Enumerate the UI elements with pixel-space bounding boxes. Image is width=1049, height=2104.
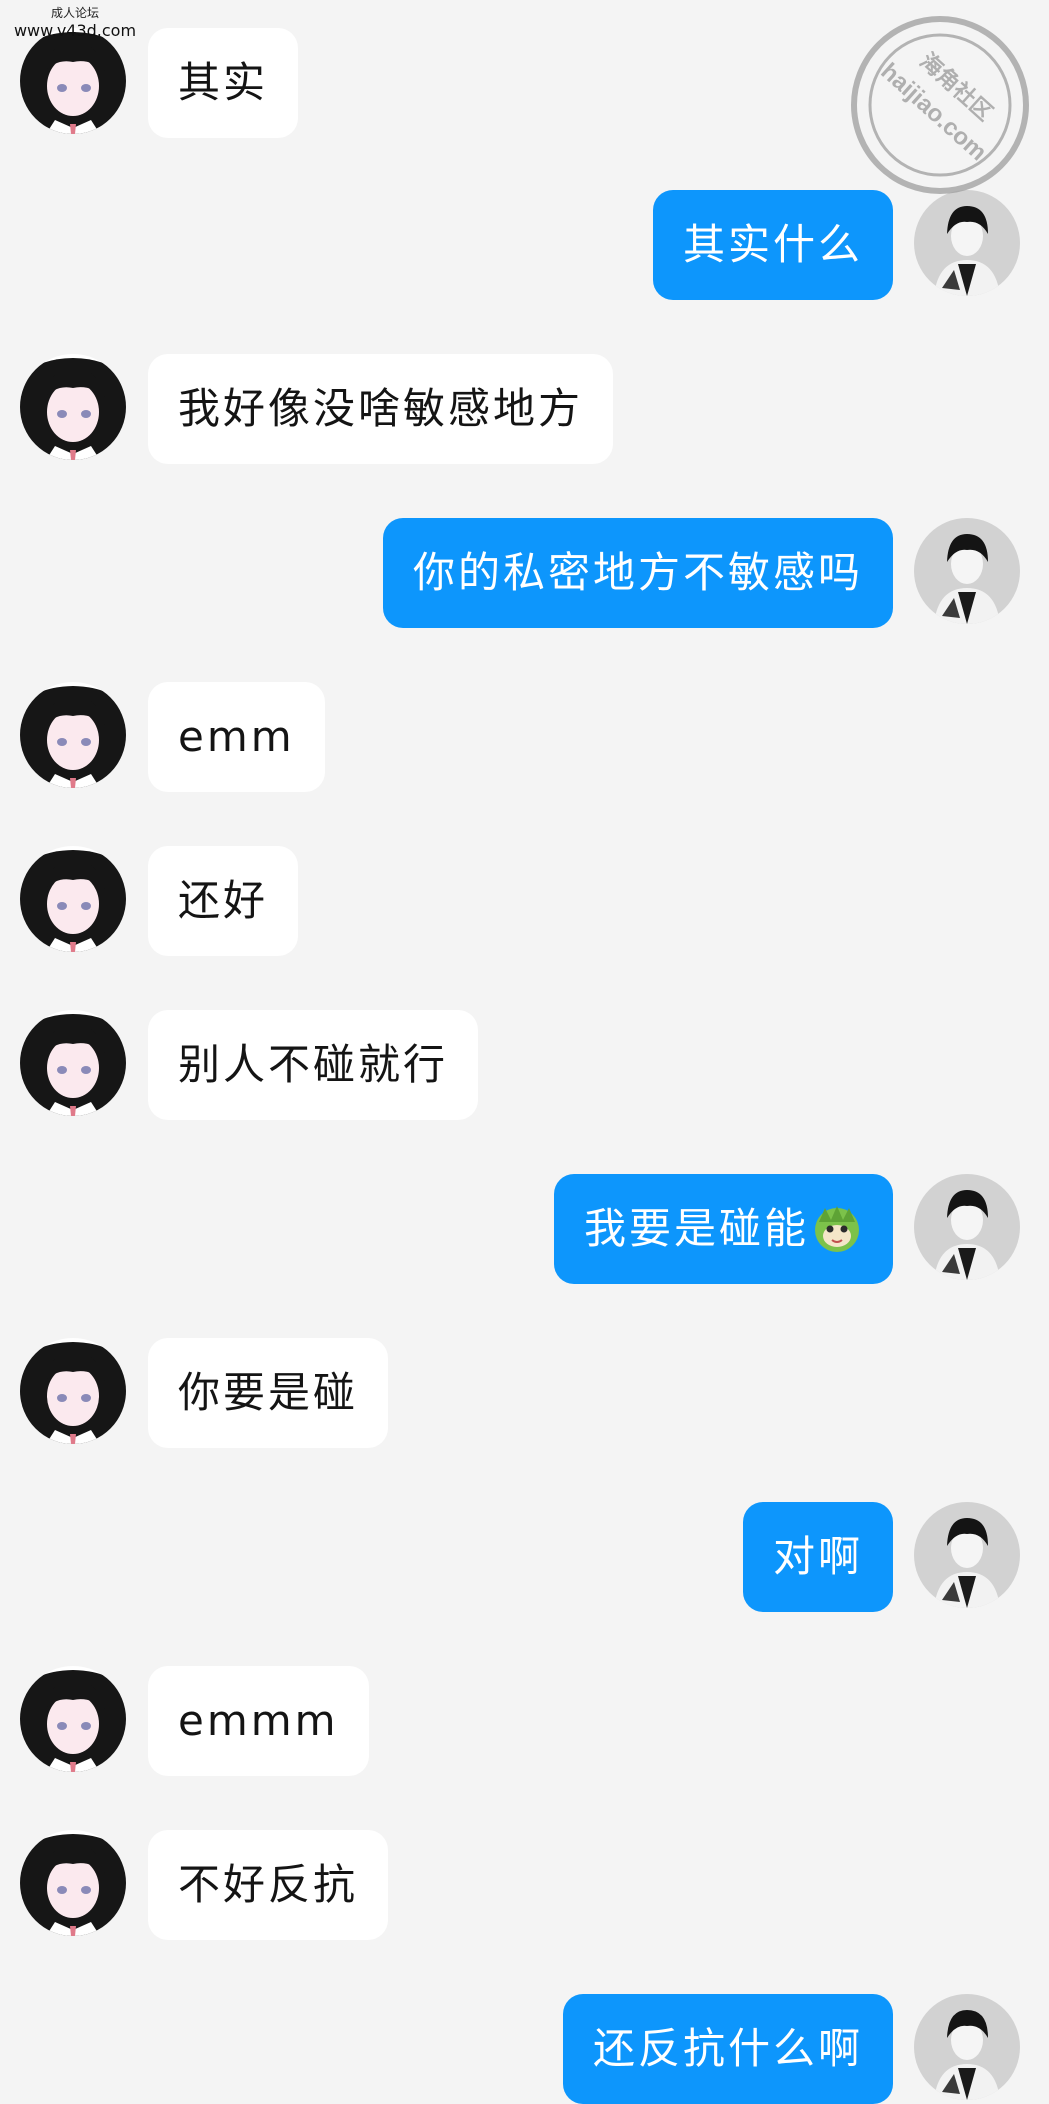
self-avatar[interactable] [914, 518, 1020, 624]
message-bubble[interactable]: 还反抗什么啊 [562, 1994, 893, 2104]
message-bubble[interactable]: 对啊 [742, 1502, 893, 1612]
message-text: 我要是碰能 [583, 1204, 809, 1253]
contact-avatar[interactable] [20, 354, 126, 460]
contact-avatar[interactable] [20, 1010, 126, 1116]
watermark-line-2: www.v43d.com [13, 21, 137, 40]
watermark-text-cn: 海角社区 [915, 48, 997, 125]
contact-avatar[interactable] [20, 682, 126, 788]
contact-avatar[interactable] [20, 1666, 126, 1772]
top-right-watermark: 海角社区 haijiao.com [851, 16, 1029, 194]
message-bubble[interactable]: 不好反抗 [148, 1830, 389, 1940]
watermark-line-1: 成人论坛 [50, 6, 99, 20]
contact-avatar[interactable] [20, 1830, 126, 1936]
message-bubble[interactable]: 你要是碰 [148, 1338, 389, 1448]
message-bubble[interactable]: emm [148, 682, 325, 792]
message-bubble[interactable]: 你的私密地方不敏感吗 [382, 518, 893, 628]
message-bubble[interactable]: 其实 [148, 28, 299, 138]
contact-avatar[interactable] [20, 28, 126, 134]
message-bubble[interactable]: 其实什么 [652, 190, 893, 300]
message-bubble[interactable]: 别人不碰就行 [148, 1010, 479, 1120]
message-bubble[interactable]: 我好像没啥敏感地方 [148, 354, 614, 464]
top-left-watermark: 成人论坛 www.v43d.com [0, 4, 150, 40]
message-bubble[interactable]: 还好 [148, 846, 299, 956]
message-bubble[interactable]: emmm [148, 1666, 369, 1776]
self-avatar[interactable] [914, 190, 1020, 296]
sticker-emoji-icon [815, 1205, 859, 1252]
self-avatar[interactable] [914, 1502, 1020, 1608]
contact-avatar[interactable] [20, 1338, 126, 1444]
message-bubble[interactable]: 我要是碰能 [553, 1174, 893, 1284]
self-avatar[interactable] [914, 1174, 1020, 1280]
watermark-text-en: haijiao.com [876, 58, 992, 166]
self-avatar[interactable] [914, 1994, 1020, 2100]
contact-avatar[interactable] [20, 846, 126, 952]
